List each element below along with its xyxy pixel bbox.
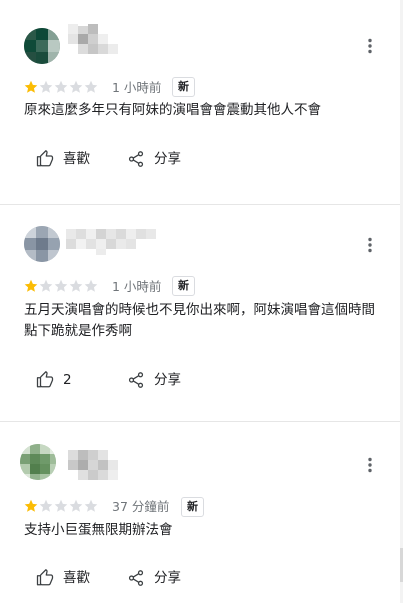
star-rating bbox=[24, 499, 98, 513]
star-empty-icon bbox=[84, 499, 98, 512]
star-filled-icon bbox=[24, 80, 38, 93]
review-text: 五月天演唱會的時候也不見你出來啊，阿妹演唱會這個時間點下跪就是作秀啊 bbox=[24, 302, 375, 339]
reviewer-name-blurred[interactable] bbox=[66, 24, 122, 54]
share-button[interactable]: 分享 bbox=[127, 566, 181, 590]
review-text: 原來這麼多年只有阿妹的演唱會會震動其他人不會 bbox=[24, 102, 321, 118]
review-card: 1 小時前 新 五月天演唱會的時候也不見你出來啊，阿妹演唱會這個時間點下跪就是作… bbox=[0, 205, 400, 420]
reviewer-avatar[interactable] bbox=[24, 226, 60, 262]
like-count: 2 bbox=[63, 372, 72, 388]
more-options-button[interactable] bbox=[360, 36, 380, 56]
review-card: 37 分鐘前 新 支持小巨蛋無限期辦法會 喜歡 分享 bbox=[0, 422, 400, 603]
new-badge: 新 bbox=[172, 276, 195, 296]
star-empty-icon bbox=[69, 499, 83, 512]
thumb-up-icon bbox=[36, 569, 54, 586]
reviewer-name-blurred[interactable] bbox=[68, 446, 128, 480]
star-empty-icon bbox=[39, 279, 53, 292]
like-button[interactable]: 2 bbox=[36, 368, 72, 392]
star-empty-icon bbox=[84, 80, 98, 93]
like-label: 喜歡 bbox=[63, 570, 90, 586]
share-icon bbox=[128, 570, 144, 586]
more-vert-icon bbox=[368, 38, 372, 54]
star-empty-icon bbox=[54, 499, 68, 512]
like-label: 喜歡 bbox=[63, 151, 90, 167]
star-empty-icon bbox=[39, 499, 53, 512]
star-empty-icon bbox=[69, 80, 83, 93]
review-time: 1 小時前 bbox=[112, 80, 162, 95]
share-label: 分享 bbox=[154, 570, 181, 586]
reviewer-avatar[interactable] bbox=[20, 444, 56, 480]
star-empty-icon bbox=[54, 80, 68, 93]
thumb-up-icon bbox=[36, 371, 54, 388]
reviews-page: 1 小時前 新 原來這麼多年只有阿妹的演唱會會震動其他人不會 喜歡 分享 1 小… bbox=[0, 0, 403, 603]
review-time: 37 分鐘前 bbox=[112, 499, 170, 514]
more-options-button[interactable] bbox=[360, 455, 380, 475]
more-options-button[interactable] bbox=[360, 235, 380, 255]
share-icon bbox=[128, 151, 144, 167]
share-button[interactable]: 分享 bbox=[127, 368, 181, 392]
star-empty-icon bbox=[54, 279, 68, 292]
like-button[interactable]: 喜歡 bbox=[36, 566, 90, 590]
share-icon bbox=[128, 372, 144, 388]
share-button[interactable]: 分享 bbox=[127, 147, 181, 171]
more-vert-icon bbox=[368, 457, 372, 473]
reviewer-name-blurred[interactable] bbox=[66, 225, 166, 255]
share-label: 分享 bbox=[154, 372, 181, 388]
review-card: 1 小時前 新 原來這麼多年只有阿妹的演唱會會震動其他人不會 喜歡 分享 bbox=[0, 0, 400, 205]
more-vert-icon bbox=[368, 237, 372, 253]
share-label: 分享 bbox=[154, 151, 181, 167]
star-filled-icon bbox=[24, 499, 38, 512]
star-filled-icon bbox=[24, 279, 38, 292]
star-empty-icon bbox=[39, 80, 53, 93]
review-time: 1 小時前 bbox=[112, 279, 162, 294]
new-badge: 新 bbox=[172, 77, 195, 97]
star-rating bbox=[24, 279, 98, 293]
new-badge: 新 bbox=[181, 497, 204, 517]
star-empty-icon bbox=[84, 279, 98, 292]
like-button[interactable]: 喜歡 bbox=[36, 147, 90, 171]
review-text: 支持小巨蛋無限期辦法會 bbox=[24, 522, 173, 538]
reviewer-avatar[interactable] bbox=[24, 28, 60, 64]
thumb-up-icon bbox=[36, 150, 54, 167]
star-empty-icon bbox=[69, 279, 83, 292]
star-rating bbox=[24, 80, 98, 94]
